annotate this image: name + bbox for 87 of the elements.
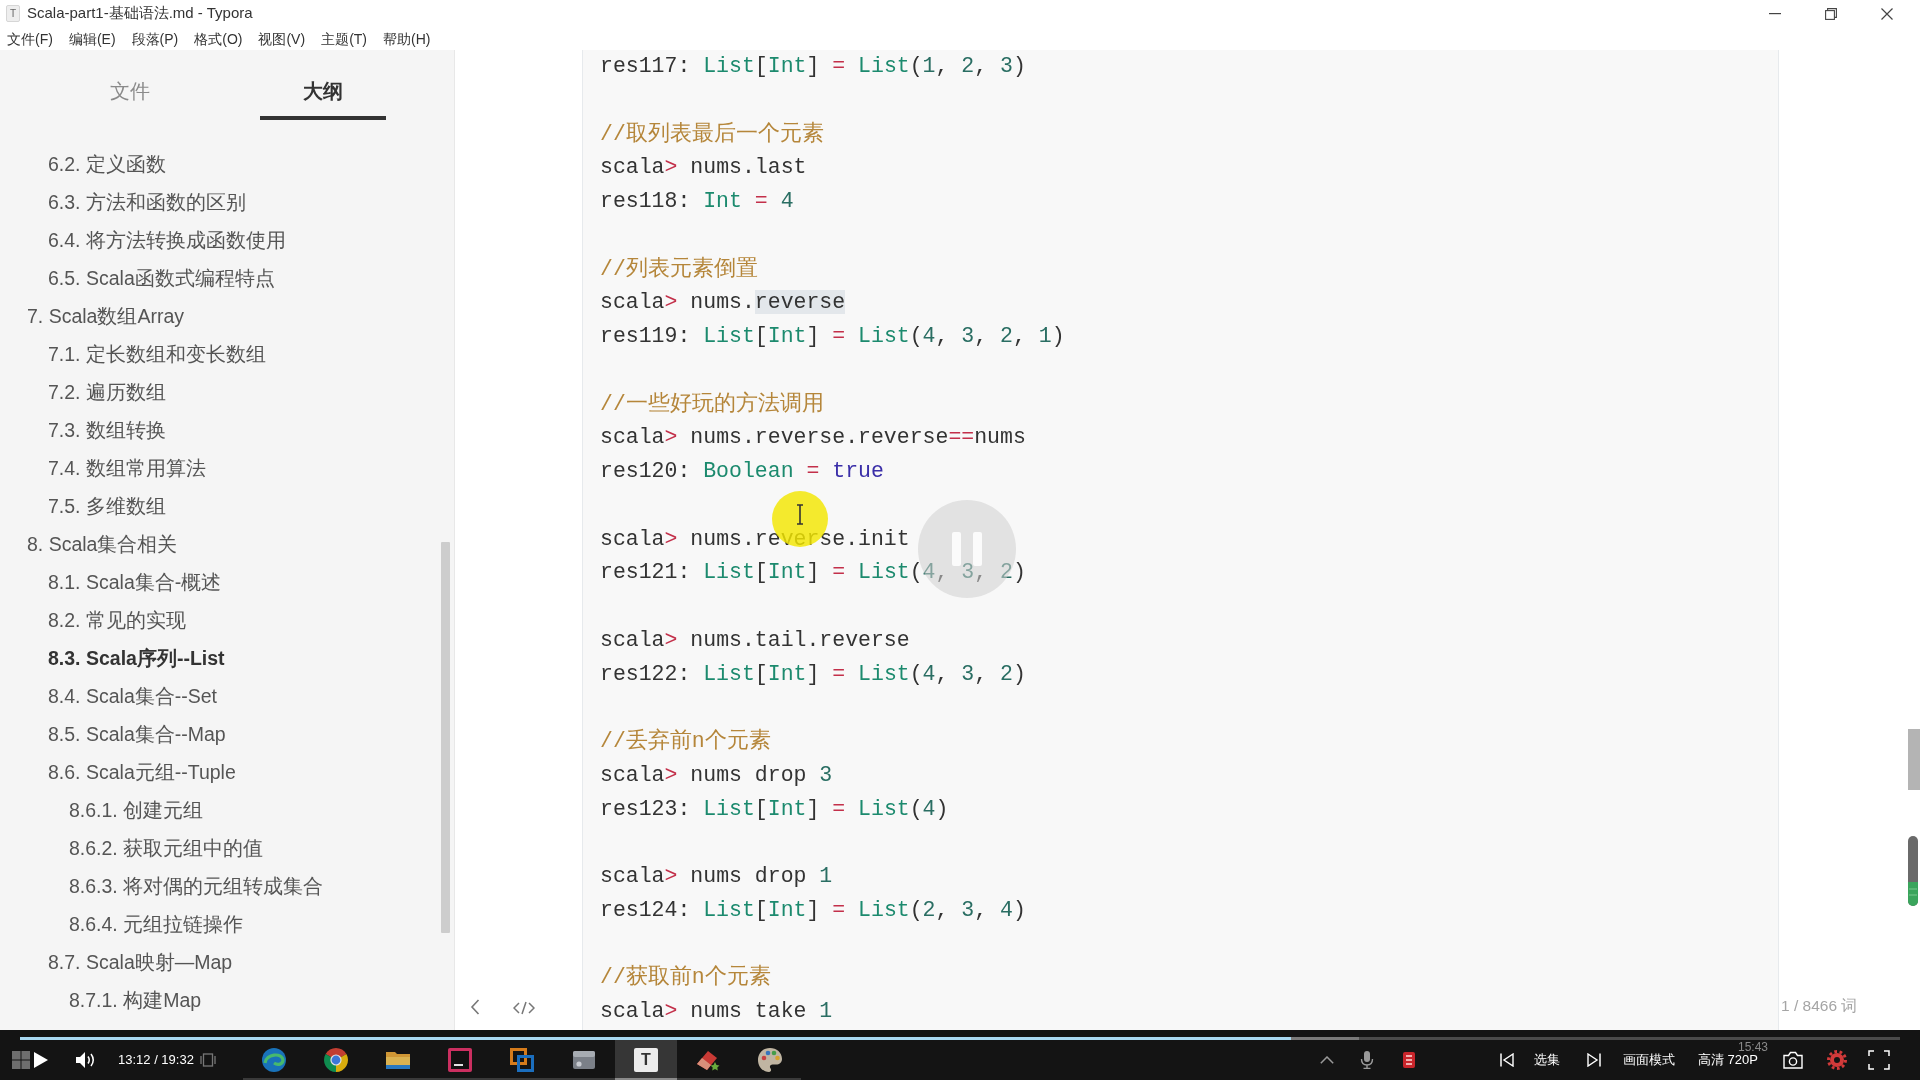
close-icon (1881, 7, 1893, 20)
code-line: res120: Boolean = true (600, 458, 884, 485)
menu-item[interactable]: 格式(O) (194, 29, 243, 48)
code-line: res119: List[Int] = List(4, 3, 2, 1) (600, 323, 1065, 350)
meter-icon (1908, 836, 1918, 906)
outline-item[interactable]: 8.6. Scala元组--Tuple (0, 753, 236, 791)
outline-item[interactable]: 6.5. Scala函数式编程特点 (0, 259, 275, 297)
scrollbar-thumb[interactable] (1908, 729, 1920, 790)
outline-item[interactable]: 7. Scala数组Array (0, 297, 185, 335)
outline-item[interactable]: 8.6.1. 创建元组 (0, 791, 204, 829)
menu-item[interactable]: 主题(T) (321, 29, 367, 48)
skip-back-icon[interactable] (1500, 1053, 1514, 1067)
word-count: 1 / 8466 词 (1781, 995, 1858, 1016)
outline-item[interactable]: 6.2. 定义函数 (0, 145, 166, 183)
code-comment: //一些好玩的方法调用 (600, 390, 824, 418)
outline-item[interactable]: 8.6.2. 获取元组中的值 (0, 829, 264, 867)
squares-logo-icon (509, 1047, 535, 1073)
code-line: scala> nums take 1 (600, 998, 833, 1025)
menu-item[interactable]: 视图(V) (258, 29, 306, 48)
outline-item[interactable]: 7.3. 数组转换 (0, 411, 166, 449)
chevron-up-icon[interactable] (1320, 1056, 1334, 1064)
code-line: scala> nums drop 3 (600, 761, 833, 789)
code-line: res124: List[Int] = List(2, 3, 4) (600, 896, 1026, 924)
window-title: Scala-part1-基础语法.md - Typora (27, 3, 253, 24)
menu-item[interactable]: 段落(P) (131, 29, 179, 48)
menu-item[interactable]: 帮助(H) (383, 29, 431, 48)
settings-icon[interactable] (1826, 1049, 1848, 1071)
code-comment: //取列表最后一个元素 (600, 120, 824, 148)
tray-app-icon[interactable] (1403, 1052, 1415, 1068)
code-comment: //丢弃前n个元素 (600, 727, 771, 755)
app-logo: T (6, 5, 20, 22)
code-line: res122: List[Int] = List(4, 3, 2) (600, 660, 1026, 688)
code-line: scala> nums.reverse.reverse==nums (600, 424, 1026, 452)
square-logo-icon (447, 1047, 473, 1073)
code-line: scala> nums drop 1 (600, 863, 833, 890)
code-line: res118: Int = 4 (600, 188, 794, 215)
outline-item[interactable]: 8.3. Scala序列--List (0, 639, 225, 677)
volume-icon[interactable] (76, 1051, 96, 1069)
code-line: scala> nums.last (600, 154, 807, 182)
restore-icon (1825, 7, 1837, 20)
quality-button[interactable]: 高清 720P (1698, 1053, 1766, 1067)
clock-time: 15:43 (1738, 1041, 1769, 1053)
outline-item[interactable]: 8.4. Scala集合--Set (0, 677, 217, 715)
episodes-button[interactable]: 选集 (1534, 1053, 1566, 1067)
play-icon[interactable] (34, 1052, 48, 1068)
taskbar-button[interactable]: T (615, 1040, 677, 1080)
outline-item[interactable]: 8.1. Scala集合-概述 (0, 563, 222, 601)
outline-item[interactable]: 8.7.1. 构建Map (0, 981, 202, 1019)
outline-item[interactable]: 8.2. 常见的实现 (0, 601, 186, 639)
code-comment: //列表元素倒置 (600, 255, 758, 283)
chevron-left-icon[interactable] (470, 999, 480, 1015)
outline-item[interactable]: 8.7. Scala映射—Map (0, 943, 233, 981)
outline-item[interactable]: 6.4. 将方法转换成函数使用 (0, 221, 286, 259)
outline-item[interactable]: 8.6.4. 元组拉链操作 (0, 905, 244, 943)
fullscreen-icon[interactable] (1868, 1050, 1890, 1070)
segmented-circle-icon (323, 1047, 349, 1073)
outline-item[interactable]: 7.5. 多维数组 (0, 487, 166, 525)
pause-icon (918, 500, 1016, 598)
code-comment: //获取前n个元素 (600, 963, 771, 992)
skip-forward-icon[interactable] (1587, 1053, 1601, 1067)
menu-item[interactable]: 文件(F) (7, 29, 53, 48)
microphone-icon[interactable] (1360, 1051, 1374, 1069)
task-view-icon[interactable] (200, 1052, 216, 1068)
outline-item[interactable]: 7.4. 数组常用算法 (0, 449, 206, 487)
playback-time: 13:12 / 19:32 (118, 1052, 195, 1068)
outline-item[interactable]: 6.3. 方法和函数的区别 (0, 183, 246, 221)
camera-icon[interactable] (1783, 1051, 1803, 1069)
app-logo: T (634, 1048, 658, 1072)
scrollbar-thumb[interactable] (441, 542, 450, 933)
outline-item[interactable]: 8.5. Scala集合--Map (0, 715, 226, 753)
code-line: res123: List[Int] = List(4) (600, 795, 949, 823)
code-line: scala> nums.tail.reverse (600, 626, 910, 654)
progress-track[interactable] (20, 1037, 1900, 1040)
code-line: scala> nums.reverse (600, 289, 846, 317)
menu-item[interactable]: 编辑(E) (68, 29, 116, 48)
code-line: res117: List[Int] = List(1, 2, 3) (600, 53, 1026, 80)
minimize-icon (1769, 12, 1781, 15)
code-icon[interactable] (513, 1001, 535, 1015)
outline-item[interactable]: 8.6.3. 将对偶的元组转成集合 (0, 867, 324, 905)
outline-item[interactable]: 8. Scala集合相关 (0, 525, 178, 563)
view-mode-button[interactable]: 画面模式 (1623, 1053, 1681, 1067)
outline-item[interactable]: 7.2. 遍历数组 (0, 373, 166, 411)
swirl-logo-icon (261, 1047, 287, 1073)
code-line: res121: List[Int] = List(4, 3, 2) (600, 559, 1026, 587)
palette-icon (757, 1047, 783, 1073)
outline-item[interactable]: 7.1. 定长数组和变长数组 (0, 335, 266, 373)
sidebar-tab[interactable]: 大纲 (260, 66, 386, 120)
